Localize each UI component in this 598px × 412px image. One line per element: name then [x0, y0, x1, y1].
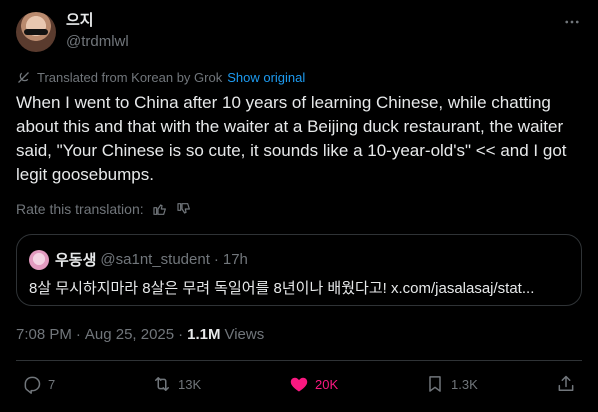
quoted-tweet-text: 8살 무시하지마라 8살은 무려 독일어를 8년이나 배웠다고! x.com/j…: [29, 280, 535, 297]
tweet-date[interactable]: Aug 25, 2025: [85, 326, 174, 343]
sunglasses-icon: [24, 29, 48, 35]
share-icon: [558, 375, 574, 391]
quoted-age: 17h: [222, 251, 248, 268]
views-label: Views: [224, 326, 265, 343]
divider: [16, 360, 582, 361]
repost-count: 13K: [178, 376, 202, 392]
views-count: 1.1M: [187, 326, 221, 343]
rate-translation: Rate this translation:: [16, 201, 192, 217]
grok-icon: [16, 70, 31, 85]
quoted-author-name: 우동생: [55, 252, 97, 269]
tweet-meta: 7:08 PM · Aug 25, 2025 · 1.1M Views: [16, 326, 264, 343]
author-avatar[interactable]: [16, 12, 56, 52]
thumbs-down-icon: [177, 203, 190, 214]
quoted-separator: ·: [213, 251, 219, 268]
reply-count: 7: [48, 376, 56, 392]
heart-icon: [290, 377, 308, 392]
thumbs-up-button[interactable]: [152, 201, 168, 217]
quoted-tweet[interactable]: 우동생 @sa1nt_student · 17h 8살 무시하지마라 8살은 무…: [16, 234, 582, 306]
more-options-button[interactable]: [562, 12, 582, 32]
reply-button[interactable]: 7: [22, 374, 55, 394]
tweet-time[interactable]: 7:08 PM: [16, 326, 72, 343]
like-count: 20K: [315, 376, 339, 392]
bookmark-icon: [429, 376, 441, 392]
translation-notice: Translated from Korean by Grok Show orig…: [16, 70, 305, 85]
like-button[interactable]: 20K: [289, 374, 338, 394]
show-original-link[interactable]: Show original: [227, 70, 305, 85]
meta-separator: ·: [75, 326, 81, 343]
quoted-author-avatar: [29, 249, 49, 270]
more-horizontal-icon: [565, 20, 579, 24]
action-bar: 7 13K 20K 1.3K: [16, 374, 582, 398]
author-info: 으지 @trdmlwl: [66, 12, 129, 52]
meta-separator-2: ·: [178, 326, 184, 343]
quoted-tweet-header: 우동생 @sa1nt_student · 17h: [29, 249, 248, 270]
bookmark-button[interactable]: 1.3K: [425, 374, 478, 394]
tweet-text: When I went to China after 10 years of l…: [16, 93, 567, 184]
reply-icon: [24, 376, 41, 394]
bookmark-count: 1.3K: [451, 376, 478, 392]
author-name[interactable]: 으지: [66, 12, 129, 30]
repost-icon: [155, 377, 169, 391]
thumbs-up-icon: [153, 204, 166, 215]
author-handle[interactable]: @trdmlwl: [66, 32, 129, 52]
translation-label: Translated from Korean by Grok: [37, 70, 223, 85]
thumbs-down-button[interactable]: [176, 201, 192, 217]
repost-button[interactable]: 13K: [152, 374, 201, 394]
share-button[interactable]: [556, 374, 576, 394]
rate-translation-label: Rate this translation:: [16, 201, 144, 217]
quoted-author-handle: @sa1nt_student: [100, 251, 210, 268]
